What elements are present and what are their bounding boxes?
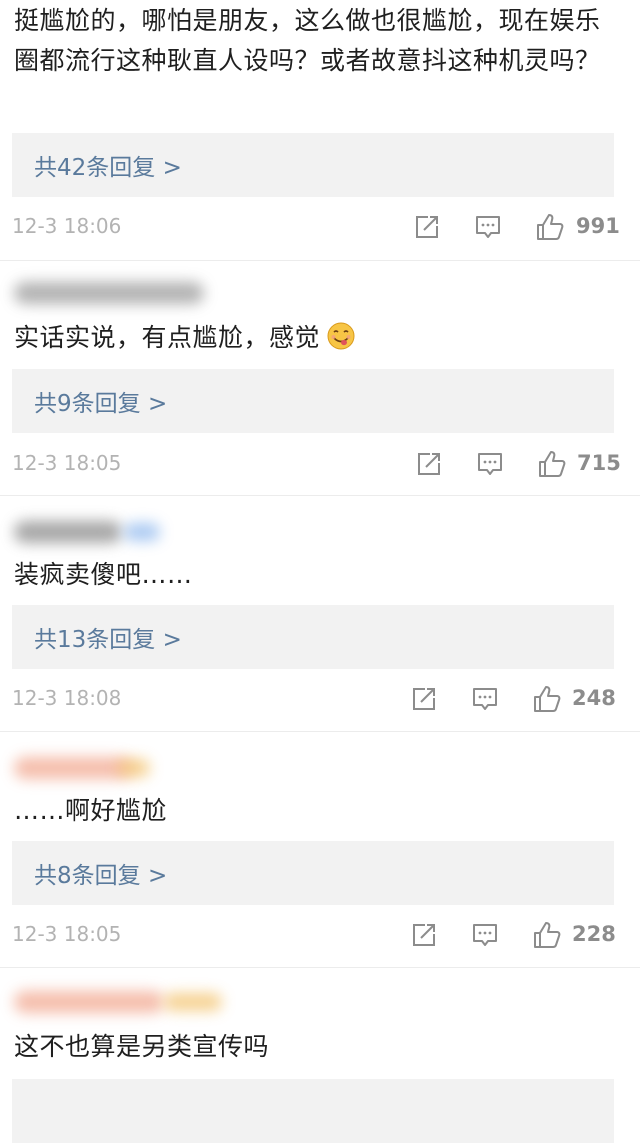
thumbs-up-icon[interactable] — [532, 920, 562, 950]
view-replies-button[interactable]: 共42条回复 > — [12, 133, 614, 197]
comment-timestamp: 12-3 18:05 — [12, 922, 122, 946]
comment-meta: 12-3 18:05 228 — [0, 918, 640, 954]
like-count: 248 — [572, 686, 616, 710]
comment-text: ……啊好尴尬 — [14, 796, 168, 825]
comment-icon[interactable] — [470, 684, 500, 714]
comment-timestamp: 12-3 18:06 — [12, 214, 122, 238]
share-icon[interactable] — [409, 684, 439, 714]
share-icon[interactable] — [412, 212, 442, 242]
divider — [0, 260, 640, 261]
divider — [0, 731, 640, 732]
share-icon[interactable] — [414, 449, 444, 479]
view-replies-button[interactable]: 共13条回复 > — [12, 605, 614, 669]
like-count: 991 — [576, 214, 620, 238]
comment-icon[interactable] — [470, 920, 500, 950]
view-replies-button[interactable]: 共8条回复 > — [12, 841, 614, 905]
view-replies-button[interactable] — [12, 1079, 614, 1143]
share-icon[interactable] — [409, 920, 439, 950]
comment-timestamp: 12-3 18:05 — [12, 451, 122, 475]
like-count: 228 — [572, 922, 616, 946]
comment-text: 装疯卖傻吧…… — [14, 560, 193, 589]
divider — [0, 967, 640, 968]
comment-icon[interactable] — [475, 449, 505, 479]
username-badge-blurred — [118, 759, 150, 777]
comment-meta: 12-3 18:06 991 — [0, 210, 640, 246]
view-replies-button[interactable]: 共9条回复 > — [12, 369, 614, 433]
divider — [0, 495, 640, 496]
comment-meta: 12-3 18:05 715 — [0, 447, 640, 483]
thumbs-up-icon[interactable] — [537, 449, 567, 479]
comment-text: 这不也算是另类宣传吗 — [14, 1032, 270, 1061]
username-blurred — [14, 521, 122, 543]
username-badge-blurred — [124, 523, 160, 541]
username-blurred — [14, 757, 132, 779]
face-savoring-food-emoji — [327, 322, 355, 350]
comment-icon[interactable] — [473, 212, 503, 242]
username-blurred — [14, 282, 204, 304]
comment-timestamp: 12-3 18:08 — [12, 686, 122, 710]
username-badge-blurred — [164, 993, 222, 1011]
comment-meta: 12-3 18:08 248 — [0, 682, 640, 718]
comment-text: 实话实说，有点尴尬，感觉 — [14, 318, 620, 358]
comment-text-content: 实话实说，有点尴尬，感觉 — [14, 323, 321, 352]
thumbs-up-icon[interactable] — [532, 684, 562, 714]
comment-text: 挺尴尬的，哪怕是朋友，这么做也很尴尬，现在娱乐圈都流行这种耿直人设吗？或者故意抖… — [14, 6, 601, 75]
like-count: 715 — [577, 451, 621, 475]
thumbs-up-icon[interactable] — [535, 212, 565, 242]
username-blurred — [14, 991, 164, 1013]
